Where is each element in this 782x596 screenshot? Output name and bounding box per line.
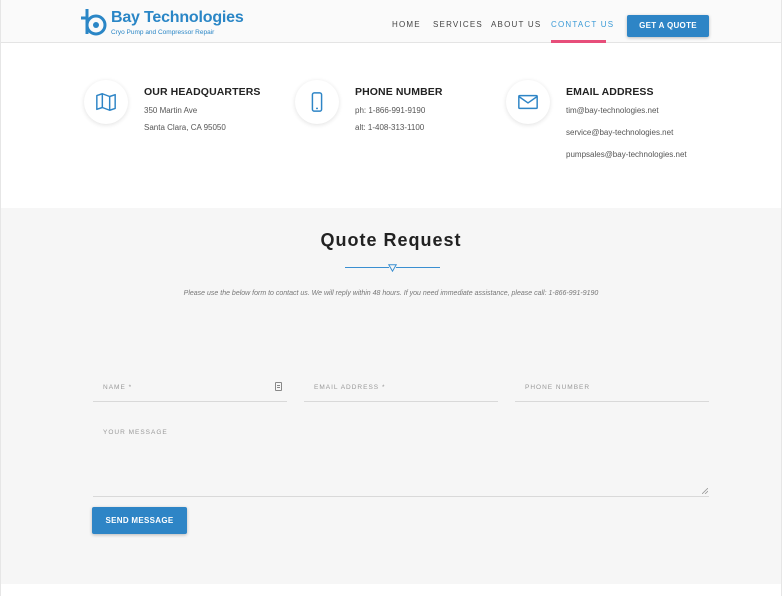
name-field-placeholder: NAME *: [103, 384, 133, 391]
headquarters-block: OUR HEADQUARTERS 350 Martin Ave Santa Cl…: [84, 80, 284, 160]
email-block: EMAIL ADDRESS tim@bay-technologies.net s…: [506, 80, 736, 170]
email-title: EMAIL ADDRESS: [566, 86, 654, 98]
brand-tagline: Cryo Pump and Compressor Repair: [111, 29, 215, 36]
logo-mark-icon: [81, 9, 107, 36]
site-header: Bay Technologies Cryo Pump and Compresso…: [1, 0, 781, 43]
phone-alternate[interactable]: alt: 1-408-313-1100: [355, 123, 424, 132]
resize-grip-icon[interactable]: [702, 488, 708, 494]
email-field-placeholder: EMAIL ADDRESS *: [314, 384, 386, 391]
email-link-tim[interactable]: tim@bay-technologies.net: [566, 106, 659, 115]
title-divider-left: [345, 267, 389, 268]
message-textarea-placeholder: YOUR MESSAGE: [103, 429, 168, 436]
headquarters-address-line-2: Santa Clara, CA 95050: [144, 123, 226, 132]
email-link-service[interactable]: service@bay-technologies.net: [566, 128, 673, 137]
email-icon-circle: [506, 80, 550, 124]
page: Bay Technologies Cryo Pump and Compresso…: [0, 0, 782, 596]
phone-primary[interactable]: ph: 1-866-991-9190: [355, 106, 425, 115]
message-textarea[interactable]: YOUR MESSAGE: [93, 421, 709, 497]
brand-logo[interactable]: Bay Technologies Cryo Pump and Compresso…: [79, 6, 244, 38]
headquarters-address-line-1: 350 Martin Ave: [144, 106, 198, 115]
divider-triangle-icon: [388, 264, 397, 272]
phone-icon-circle: [295, 80, 339, 124]
headquarters-icon-circle: [84, 80, 128, 124]
nav-item-home[interactable]: HOME: [392, 20, 421, 29]
nav-item-about-us[interactable]: ABOUT US: [491, 20, 541, 29]
quote-request-description: Please use the below form to contact us.…: [183, 290, 599, 297]
quote-request-section: Quote Request Please use the below form …: [1, 208, 781, 584]
contact-card-icon[interactable]: [275, 382, 282, 391]
headquarters-title: OUR HEADQUARTERS: [144, 86, 261, 98]
title-divider-right: [396, 267, 440, 268]
send-message-button[interactable]: SEND MESSAGE: [92, 507, 187, 534]
email-field[interactable]: EMAIL ADDRESS *: [304, 376, 498, 402]
nav-item-contact-us[interactable]: CONTACT US: [551, 20, 614, 29]
phone-title: PHONE NUMBER: [355, 86, 443, 98]
get-a-quote-button[interactable]: GET A QUOTE: [627, 15, 709, 37]
quote-request-title: Quote Request: [320, 230, 462, 250]
nav-item-services[interactable]: SERVICES: [433, 20, 483, 29]
nav-active-indicator: [551, 40, 606, 43]
map-icon: [96, 93, 116, 111]
envelope-icon: [518, 94, 538, 110]
phone-icon: [311, 92, 323, 112]
phone-field[interactable]: PHONE NUMBER: [515, 376, 709, 402]
brand-name: Bay Technologies: [111, 9, 244, 26]
email-link-pumpsales[interactable]: pumpsales@bay-technologies.net: [566, 150, 687, 159]
name-field[interactable]: NAME *: [93, 376, 287, 402]
phone-field-placeholder: PHONE NUMBER: [525, 384, 591, 391]
phone-block: PHONE NUMBER ph: 1-866-991-9190 alt: 1-4…: [295, 80, 495, 160]
